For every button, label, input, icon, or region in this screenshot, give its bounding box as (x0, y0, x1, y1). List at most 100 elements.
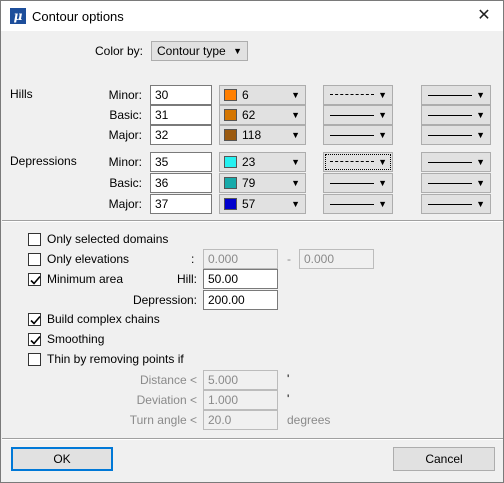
hills-major-label: Major: (108, 128, 142, 142)
chevron-down-icon: ▼ (378, 157, 387, 167)
chevron-down-icon: ▼ (476, 199, 485, 209)
solid-line-icon (428, 135, 472, 136)
separator (2, 220, 503, 222)
depressions-minor-color-dropdown[interactable]: 23 ▼ (219, 152, 306, 172)
solid-line-icon (330, 183, 374, 184)
chevron-down-icon: ▼ (378, 130, 387, 140)
elevation-dash: - (287, 252, 291, 266)
hill-area-input[interactable]: 50.00 (203, 269, 278, 289)
depressions-major-style-dropdown[interactable]: ▼ (323, 194, 393, 214)
only-selected-domains-checkbox[interactable] (28, 233, 41, 246)
build-complex-chains-label: Build complex chains (47, 312, 160, 326)
hills-basic-weight-dropdown[interactable]: ▼ (421, 105, 491, 125)
color-by-value: Contour type (157, 44, 226, 58)
hills-basic-label: Basic: (109, 108, 142, 122)
only-selected-domains-label: Only selected domains (47, 232, 169, 246)
chevron-down-icon: ▼ (476, 178, 485, 188)
hills-major-input[interactable]: 32 (150, 125, 212, 145)
color-code: 57 (242, 197, 256, 211)
distance-label: Distance < (139, 373, 197, 387)
chevron-down-icon: ▼ (291, 199, 300, 209)
chevron-down-icon: ▼ (291, 130, 300, 140)
separator (2, 438, 503, 440)
solid-line-icon (428, 162, 472, 163)
solid-line-icon (330, 135, 374, 136)
depression-area-input[interactable]: 200.00 (203, 290, 278, 310)
hills-basic-input[interactable]: 31 (150, 105, 212, 125)
only-elevations-checkbox[interactable] (28, 253, 41, 266)
depressions-basic-weight-dropdown[interactable]: ▼ (421, 173, 491, 193)
depressions-minor-input[interactable]: 35 (150, 152, 212, 172)
hills-minor-style-dropdown[interactable]: ▼ (323, 85, 393, 105)
smoothing-label: Smoothing (47, 332, 105, 346)
color-by-dropdown[interactable]: Contour type ▼ (151, 41, 248, 61)
only-elevations-label: Only elevations (47, 252, 130, 266)
hills-major-style-dropdown[interactable]: ▼ (323, 125, 393, 145)
hills-minor-label: Minor: (108, 88, 142, 102)
solid-line-icon (330, 115, 374, 116)
depressions-label: Depressions (10, 154, 77, 168)
hill-label: Hill: (177, 272, 197, 286)
turn-angle-label: Turn angle < (129, 413, 197, 427)
chevron-down-icon: ▼ (378, 110, 387, 120)
depressions-major-input[interactable]: 37 (150, 194, 212, 214)
chevron-down-icon: ▼ (476, 110, 485, 120)
solid-line-icon (428, 115, 472, 116)
depressions-basic-input[interactable]: 36 (150, 173, 212, 193)
deviation-input[interactable]: 1.000 (203, 390, 278, 410)
solid-line-icon (428, 183, 472, 184)
build-complex-chains-checkbox[interactable] (28, 313, 41, 326)
minimum-area-label: Minimum area (47, 272, 124, 286)
hills-major-color-dropdown[interactable]: 118 ▼ (219, 125, 306, 145)
color-code: 23 (242, 155, 256, 169)
color-swatch (224, 89, 237, 101)
hills-minor-input[interactable]: 30 (150, 85, 212, 105)
hills-minor-color-dropdown[interactable]: 6 ▼ (219, 85, 306, 105)
ok-button[interactable]: OK (11, 447, 113, 471)
chevron-down-icon: ▼ (378, 199, 387, 209)
contour-options-dialog: μ Contour options ✕ Color by: Contour ty… (0, 0, 504, 483)
cancel-button[interactable]: Cancel (393, 447, 495, 471)
color-swatch (224, 177, 237, 189)
turn-angle-input[interactable]: 20.0 (203, 410, 278, 430)
chevron-down-icon: ▼ (291, 110, 300, 120)
hills-minor-weight-dropdown[interactable]: ▼ (421, 85, 491, 105)
elevation-to-input[interactable]: 0.000 (299, 249, 374, 269)
depressions-basic-label: Basic: (109, 176, 142, 190)
color-by-label: Color by: (95, 44, 144, 58)
turn-angle-unit: degrees (287, 413, 331, 427)
depressions-major-weight-dropdown[interactable]: ▼ (421, 194, 491, 214)
close-icon[interactable]: ✕ (471, 4, 497, 28)
depressions-basic-style-dropdown[interactable]: ▼ (323, 173, 393, 193)
chevron-down-icon: ▼ (291, 90, 300, 100)
deviation-unit: ' (287, 392, 290, 406)
checkmark-icon (30, 335, 41, 345)
elevation-from-input[interactable]: 0.000 (203, 249, 278, 269)
distance-unit: ' (287, 372, 290, 386)
hills-major-weight-dropdown[interactable]: ▼ (421, 125, 491, 145)
chevron-down-icon: ▼ (233, 46, 242, 56)
checkmark-icon (30, 315, 41, 325)
depressions-minor-weight-dropdown[interactable]: ▼ (421, 152, 491, 172)
depressions-basic-color-dropdown[interactable]: 79 ▼ (219, 173, 306, 193)
color-swatch (224, 156, 237, 168)
minimum-area-checkbox[interactable] (28, 273, 41, 286)
hills-basic-style-dropdown[interactable]: ▼ (323, 105, 393, 125)
chevron-down-icon: ▼ (378, 178, 387, 188)
deviation-label: Deviation < (136, 393, 197, 407)
dashed-line-icon (330, 94, 374, 95)
solid-line-icon (428, 204, 472, 205)
chevron-down-icon: ▼ (476, 130, 485, 140)
color-code: 118 (242, 128, 262, 142)
distance-input[interactable]: 5.000 (203, 370, 278, 390)
smoothing-checkbox[interactable] (28, 333, 41, 346)
depressions-minor-style-dropdown[interactable]: ▼ (323, 152, 393, 172)
thin-checkbox[interactable] (28, 353, 41, 366)
color-swatch (224, 129, 237, 141)
depressions-major-color-dropdown[interactable]: 57 ▼ (219, 194, 306, 214)
app-icon: μ (10, 8, 26, 24)
color-swatch (224, 198, 237, 210)
chevron-down-icon: ▼ (291, 178, 300, 188)
hills-basic-color-dropdown[interactable]: 62 ▼ (219, 105, 306, 125)
depressions-minor-label: Minor: (108, 155, 142, 169)
